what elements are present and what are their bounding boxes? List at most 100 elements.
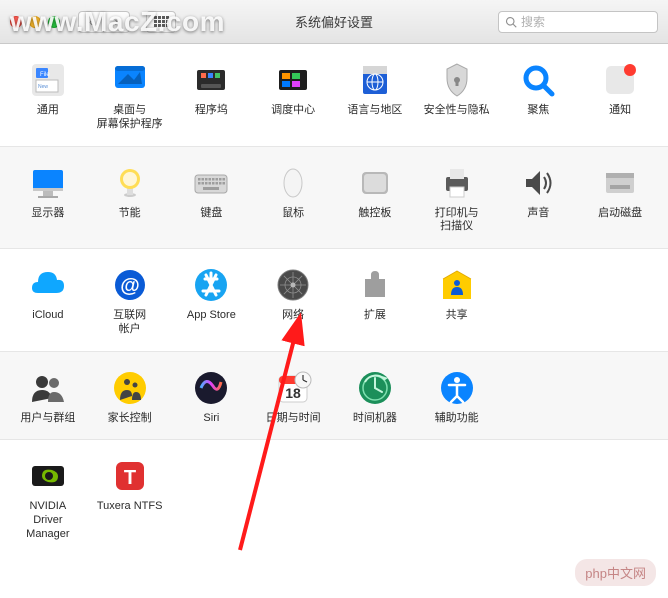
pref-label: 共享 [446,309,468,323]
pref-notifications[interactable]: 通知 [580,58,660,134]
desktop-icon [110,60,150,100]
pref-label: 日期与时间 [266,412,321,426]
pref-label: 声音 [527,207,549,221]
pref-parental[interactable]: 家长控制 [90,366,170,428]
svg-text:18: 18 [285,385,301,401]
pref-label: 打印机与 扫描仪 [435,207,479,235]
forward-button[interactable]: › [104,11,130,33]
language-icon [355,60,395,100]
pref-label: 程序坞 [195,104,228,118]
datetime-icon: 18 [273,368,313,408]
pref-tuxera[interactable]: T Tuxera NTFS [90,454,170,543]
pref-label: 节能 [119,207,141,221]
parental-icon [110,368,150,408]
pref-label: 显示器 [31,207,64,221]
pref-label: NVIDIA Driver Manager [10,500,86,541]
pref-label: 鼠标 [282,207,304,221]
search-field[interactable] [498,11,658,33]
back-button[interactable]: ‹ [78,11,104,33]
pref-sound[interactable]: 声音 [499,161,579,237]
search-icon [505,16,517,28]
svg-text:File: File [40,72,50,78]
pref-appstore[interactable]: App Store [172,263,252,339]
pref-timemachine[interactable]: 时间机器 [335,366,415,428]
pref-section: 用户与群组家长控制 Siri 18 日期与时间时间机器辅助功能 [0,351,668,441]
pref-general[interactable]: File New 通用 [8,58,88,134]
pref-sharing[interactable]: 共享 [417,263,497,339]
pref-language[interactable]: 语言与地区 [335,58,415,134]
pref-dock[interactable]: 程序坞 [172,58,252,134]
php-badge: php中文网 [575,559,656,586]
pref-datetime[interactable]: 18 日期与时间 [253,366,333,428]
printer-icon [437,163,477,203]
pref-label: 触控板 [358,207,391,221]
extensions-icon [355,265,395,305]
pref-network[interactable]: 网络 [253,263,333,339]
pref-mission[interactable]: 调度中心 [253,58,333,134]
pref-accessibility[interactable]: 辅助功能 [417,366,497,428]
minimize-window-button[interactable] [29,16,41,28]
pref-printer[interactable]: 打印机与 扫描仪 [417,161,497,237]
pref-label: 启动磁盘 [598,207,642,221]
svg-text:@: @ [120,275,140,297]
pref-label: App Store [187,309,236,323]
pref-section: NVIDIA Driver Manager T Tuxera NTFS [0,440,668,555]
internet-icon: @ [110,265,150,305]
pref-users[interactable]: 用户与群组 [8,366,88,428]
accessibility-icon [437,368,477,408]
svg-text:New: New [38,84,48,90]
siri-icon [191,368,231,408]
pref-label: 键盘 [200,207,222,221]
pref-keyboard[interactable]: 键盘 [172,161,252,237]
users-icon [28,368,68,408]
pref-section: iCloud @ 互联网 帐户 App Store 网络 扩展共享 [0,249,668,351]
mouse-icon [273,163,313,203]
pref-energy[interactable]: 节能 [90,161,170,237]
pref-label: 互联网 帐户 [113,309,146,337]
pref-extensions[interactable]: 扩展 [335,263,415,339]
sound-icon [518,163,558,203]
pref-security[interactable]: 安全性与隐私 [417,58,497,134]
pref-display[interactable]: 显示器 [8,161,88,237]
pref-nvidia[interactable]: NVIDIA Driver Manager [8,454,88,543]
pref-label: 调度中心 [271,104,315,118]
security-icon [437,60,477,100]
general-icon: File New [28,60,68,100]
pref-label: 语言与地区 [347,104,402,118]
pref-label: 桌面与 屏幕保护程序 [97,104,163,132]
show-all-button[interactable] [146,11,176,33]
pref-spotlight[interactable]: 聚焦 [499,58,579,134]
window-controls [10,16,60,28]
pref-trackpad[interactable]: 触控板 [335,161,415,237]
pref-section: 显示器 节能 键盘 鼠标 触控板 打印机与 扫描仪 声音 启动磁盘 [0,146,668,250]
pref-mouse[interactable]: 鼠标 [253,161,333,237]
tuxera-icon: T [110,456,150,496]
pref-label: 网络 [282,309,304,323]
energy-icon [110,163,150,203]
sharing-icon [437,265,477,305]
close-window-button[interactable] [10,16,22,28]
search-input[interactable] [521,15,651,29]
pref-label: 通用 [37,104,59,118]
pref-label: 安全性与隐私 [424,104,490,118]
pref-siri[interactable]: Siri [172,366,252,428]
pref-label: iCloud [32,309,63,323]
network-icon [273,265,313,305]
zoom-window-button[interactable] [48,16,60,28]
nav-buttons: ‹ › [78,11,130,33]
pref-label: 家长控制 [108,412,152,426]
pref-icloud[interactable]: iCloud [8,263,88,339]
pref-section: File New 通用 桌面与 屏幕保护程序 程序坞 调度中心 语言与地区 安全性与隐私聚焦通… [0,44,668,146]
pref-label: 辅助功能 [435,412,479,426]
spotlight-icon [518,60,558,100]
titlebar: ‹ › 系统偏好设置 [0,0,668,44]
pref-desktop[interactable]: 桌面与 屏幕保护程序 [90,58,170,134]
nvidia-icon [28,456,68,496]
pref-startup[interactable]: 启动磁盘 [580,161,660,237]
display-icon [28,163,68,203]
pref-internet[interactable]: @ 互联网 帐户 [90,263,170,339]
icloud-icon [28,265,68,305]
pref-label: Siri [203,412,219,426]
window-title: 系统偏好设置 [295,12,373,31]
pref-label: Tuxera NTFS [97,500,163,514]
